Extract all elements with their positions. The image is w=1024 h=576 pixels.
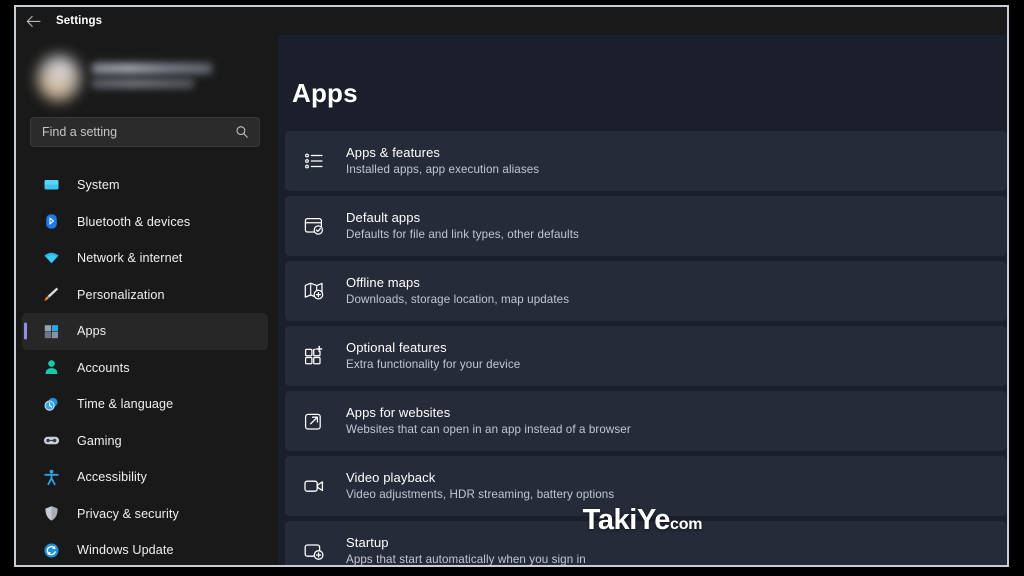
screenshot-root: Settings Find a setting System Bluetooth… — [0, 0, 1024, 576]
window-body: System Bluetooth & devices — [16, 35, 1007, 565]
card-title: Startup — [346, 534, 389, 550]
sidebar-item-system[interactable]: System — [22, 167, 268, 204]
card-subtitle: Websites that can open in an app instead… — [346, 423, 631, 437]
accessibility-icon — [42, 468, 60, 486]
page-title: Apps — [292, 78, 358, 108]
settings-window: Settings Find a setting System Bluetooth… — [14, 5, 1009, 567]
sidebar-item-windows-update[interactable]: Windows Update — [22, 532, 268, 565]
sidebar-item-label: Personalization — [77, 287, 165, 302]
open-external-icon — [302, 409, 326, 433]
card-subtitle: Downloads, storage location, map updates — [346, 293, 570, 307]
sidebar-item-label: Time & language — [77, 397, 174, 412]
sidebar-nav: System Bluetooth & devices Network & int… — [16, 167, 278, 565]
card-subtitle: Extra functionality for your device — [346, 358, 521, 372]
gamepad-icon — [42, 432, 60, 450]
card-default-apps[interactable]: Default apps Defaults for file and link … — [285, 196, 1007, 256]
grid-plus-icon — [302, 344, 326, 368]
card-video-playback[interactable]: Video playback Video adjustments, HDR st… — [285, 456, 1007, 516]
card-title: Apps & features — [346, 144, 440, 160]
sidebar-item-label: Windows Update — [77, 543, 174, 558]
card-title: Optional features — [346, 339, 447, 355]
card-subtitle: Apps that start automatically when you s… — [346, 553, 586, 565]
card-title: Default apps — [346, 209, 421, 225]
card-optional-features[interactable]: Optional features Extra functionality fo… — [285, 326, 1007, 386]
card-title: Offline maps — [346, 274, 420, 290]
monitor-icon — [42, 176, 60, 194]
sidebar-item-label: Accounts — [77, 360, 130, 375]
sidebar-item-accounts[interactable]: Accounts — [22, 350, 268, 387]
startup-plus-icon — [302, 539, 326, 563]
person-icon — [42, 359, 60, 377]
sidebar: System Bluetooth & devices — [16, 35, 278, 565]
sidebar-item-personalization[interactable]: Personalization — [22, 277, 268, 314]
title-bar: Settings — [16, 7, 1007, 35]
sidebar-item-accessibility[interactable]: Accessibility — [22, 459, 268, 496]
settings-card-list: Apps & features Installed apps, app exec… — [278, 131, 1007, 565]
window-title: Settings — [56, 15, 103, 27]
card-startup[interactable]: Startup Apps that start automatically wh… — [285, 521, 1007, 565]
wifi-icon — [42, 249, 60, 267]
bulleted-list-icon — [302, 149, 326, 173]
bluetooth-icon — [42, 213, 60, 231]
profile-name-redacted — [92, 63, 212, 74]
sidebar-item-bluetooth-devices[interactable]: Bluetooth & devices — [22, 204, 268, 241]
card-subtitle: Video adjustments, HDR streaming, batter… — [346, 488, 615, 502]
sidebar-item-apps[interactable]: Apps — [22, 313, 268, 350]
sidebar-item-label: System — [77, 178, 120, 193]
card-apps-for-websites[interactable]: Apps for websites Websites that can open… — [285, 391, 1007, 451]
avatar — [37, 55, 81, 101]
back-arrow-icon[interactable] — [20, 10, 46, 32]
search-input[interactable] — [31, 118, 259, 146]
video-camera-icon — [302, 474, 326, 498]
card-subtitle: Installed apps, app execution aliases — [346, 163, 540, 177]
sidebar-item-time-language[interactable]: Time & language — [22, 386, 268, 423]
user-profile[interactable] — [16, 41, 278, 113]
sidebar-item-label: Network & internet — [77, 251, 183, 266]
profile-email-redacted — [92, 79, 194, 88]
window-check-icon — [302, 214, 326, 238]
sidebar-item-privacy-security[interactable]: Privacy & security — [22, 496, 268, 533]
card-apps-features[interactable]: Apps & features Installed apps, app exec… — [285, 131, 1007, 191]
search-icon — [235, 125, 249, 139]
card-title: Video playback — [346, 469, 436, 485]
sidebar-item-gaming[interactable]: Gaming — [22, 423, 268, 460]
main-content: Apps Apps & features Installed apps, app… — [278, 35, 1007, 565]
card-offline-maps[interactable]: Offline maps Downloads, storage location… — [285, 261, 1007, 321]
paintbrush-icon — [42, 286, 60, 304]
update-refresh-icon — [42, 541, 60, 559]
sidebar-item-network-internet[interactable]: Network & internet — [22, 240, 268, 277]
apps-grid-icon — [42, 322, 60, 340]
sidebar-item-label: Gaming — [77, 433, 122, 448]
clock-icon — [42, 395, 60, 413]
sidebar-item-label: Accessibility — [77, 470, 147, 485]
search-box[interactable] — [30, 117, 260, 147]
sidebar-item-label: Apps — [77, 324, 107, 339]
shield-icon — [42, 505, 60, 523]
sidebar-item-label: Privacy & security — [77, 506, 179, 521]
card-title: Apps for websites — [346, 404, 451, 420]
sidebar-item-label: Bluetooth & devices — [77, 214, 191, 229]
card-subtitle: Defaults for file and link types, other … — [346, 228, 579, 242]
map-pin-icon — [302, 279, 326, 303]
